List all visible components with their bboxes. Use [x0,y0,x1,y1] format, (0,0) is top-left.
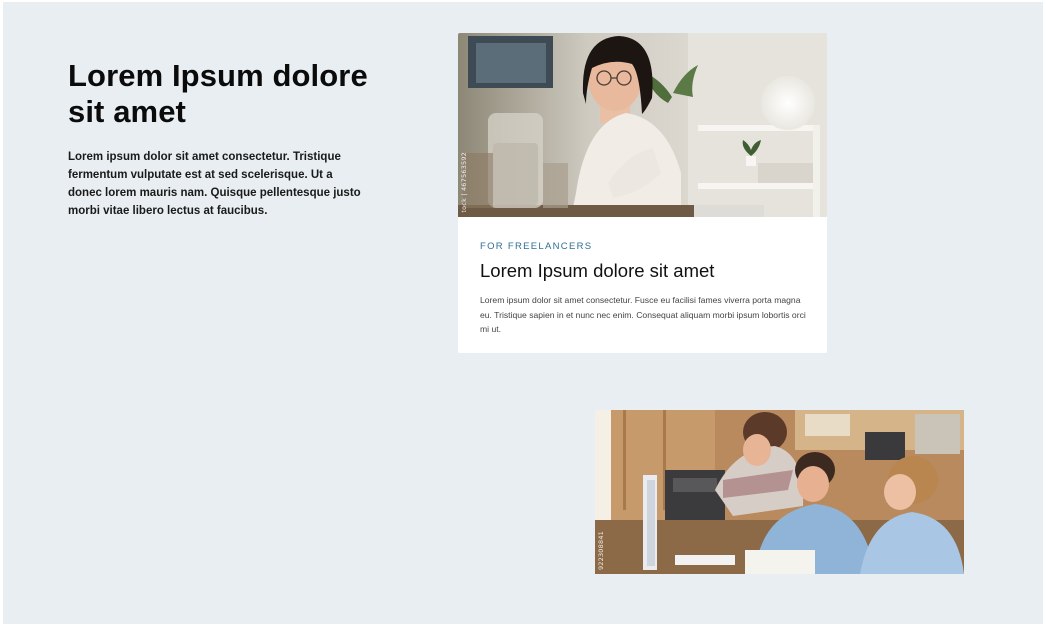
photo-credit: tock | 467563592 [460,152,468,213]
intro-section: Lorem Ipsum dolore sit amet Lorem ipsum … [68,58,378,220]
team-at-computer-illustration [595,410,964,574]
team-meeting-photo: 922308841 [595,410,964,574]
woman-at-desk-illustration [458,33,827,217]
page-title: Lorem Ipsum dolore sit amet [68,58,368,129]
intro-description: Lorem ipsum dolor sit amet consectetur. … [68,151,361,217]
card-photo-woman-at-computer: tock | 467563592 [458,33,827,217]
page-background: Lorem Ipsum dolore sit amet Lorem ipsum … [3,2,1043,624]
photo-credit: 922308841 [597,530,605,570]
card-description: Lorem ipsum dolor sit amet consectetur. … [480,295,806,334]
card-body: FOR FREELANCERS Lorem Ipsum dolore sit a… [458,217,827,337]
card-category-label: FOR FREELANCERS [480,241,593,252]
card-title[interactable]: Lorem Ipsum dolore sit amet [480,259,805,283]
freelancer-card[interactable]: tock | 467563592 FOR FREELANCERS Lorem I… [458,33,827,353]
